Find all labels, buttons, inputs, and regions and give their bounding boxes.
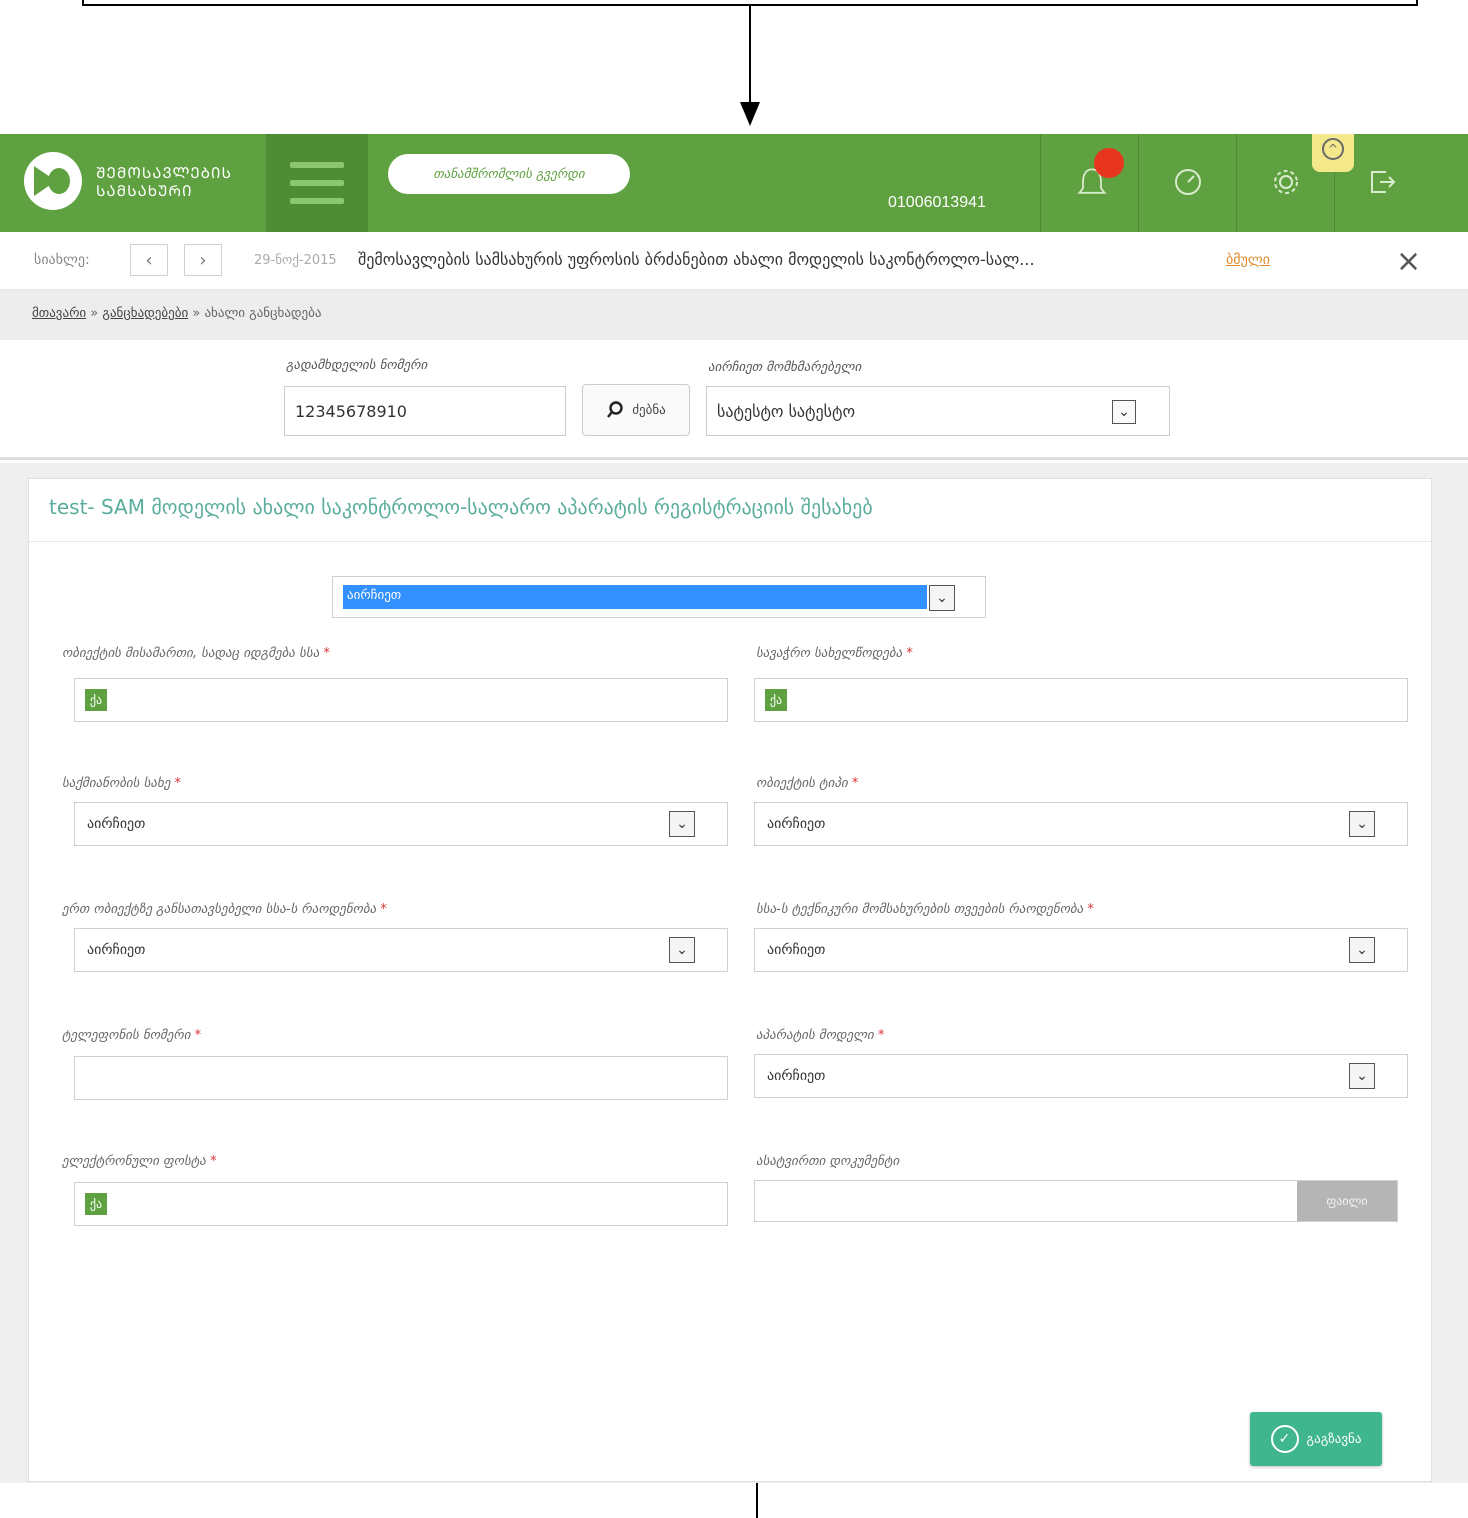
chevron-down-icon[interactable]: ⌄	[929, 585, 955, 611]
chevron-down-icon[interactable]: ⌄	[1349, 937, 1375, 963]
email-input[interactable]: ქა	[74, 1182, 728, 1226]
field-label-activity: საქმიანობის სახე *	[62, 776, 182, 791]
chevron-down-icon[interactable]: ⌄	[1349, 1063, 1375, 1089]
breadcrumb: მთავარი » განცხადებები » ახალი განცხადებ…	[0, 290, 1468, 340]
breadcrumb-home[interactable]: მთავარი	[32, 306, 86, 321]
news-more-link[interactable]: ბმული	[1226, 252, 1270, 268]
menu-button[interactable]	[266, 134, 368, 232]
device-model-select[interactable]: აირჩიეთ ⌄	[754, 1054, 1408, 1098]
chevron-down-icon[interactable]: ⌄	[669, 937, 695, 963]
address-input[interactable]: ქა	[74, 678, 728, 722]
user-select-label: აირჩიეთ მომხმარებელი	[708, 360, 862, 375]
field-label-document: ასატვირთი დოკუმენტი	[756, 1154, 900, 1169]
field-label-email: ელექტრონული ფოსტა *	[62, 1154, 217, 1169]
news-next-button[interactable]: ›	[184, 244, 222, 276]
keyboard-layout-icon[interactable]: ქა	[85, 1193, 107, 1215]
type-select-value: აირჩიეთ	[343, 585, 927, 609]
gear-icon[interactable]	[1268, 164, 1304, 200]
taxpayer-id-label: გადამხდელის ნომერი	[286, 358, 428, 373]
close-icon[interactable]: ×	[1396, 244, 1421, 279]
device-count-select[interactable]: აირჩიეთ ⌄	[74, 928, 728, 972]
dashboard-icon[interactable]	[1170, 164, 1206, 200]
keyboard-layout-icon[interactable]: ქა	[85, 689, 107, 711]
field-label-device-count: ერთ ობიექტზე განსათავსებელი სსა-ს რაოდენ…	[62, 902, 387, 917]
breadcrumb-applications[interactable]: განცხადებები	[102, 306, 188, 321]
phone-input[interactable]	[74, 1056, 728, 1100]
submit-button[interactable]: ✓ გაგზავნა	[1250, 1412, 1382, 1466]
service-months-select[interactable]: აირჩიეთ ⌄	[754, 928, 1408, 972]
menu-icon	[290, 162, 344, 168]
annotation-line	[749, 6, 751, 106]
trade-name-input[interactable]: ქა	[754, 678, 1408, 722]
field-label-device-model: აპარატის მოდელი *	[756, 1028, 885, 1043]
user-select[interactable]: სატესტო სატესტო	[706, 386, 1170, 436]
news-text: შემოსავლების სამსახურის უფროსის ბრძანები…	[358, 250, 1035, 269]
annotation-line-bottom	[756, 1482, 758, 1518]
search-icon	[607, 401, 623, 418]
keyboard-layout-icon[interactable]: ქა	[765, 689, 787, 711]
annotation-arrow-icon	[740, 102, 760, 126]
collapse-icon: ^	[1322, 138, 1344, 160]
employee-page-button[interactable]: თანამშრომლის გვერდი	[388, 154, 630, 194]
activity-select[interactable]: აირჩიეთ ⌄	[74, 802, 728, 846]
user-id: 01006013941	[888, 194, 986, 211]
object-type-select[interactable]: აირჩიეთ ⌄	[754, 802, 1408, 846]
form-title: test- SAM მოდელის ახალი საკონტროლო-სალარ…	[49, 495, 873, 519]
logo-icon[interactable]	[24, 152, 82, 210]
logo-title: ᲨᲔᲛᲝᲡᲐᲕᲚᲔᲑᲘᲡ ᲡᲐᲛᲡᲐᲮᲣᲠᲘ	[96, 164, 232, 200]
taxpayer-id-input[interactable]: 12345678910	[284, 386, 566, 436]
field-label-object-type: ობიექტის ტიპი *	[756, 776, 859, 791]
news-date: 29-ნოქ-2015	[254, 253, 337, 268]
field-label-address: ობიექტის მისამართი, სადაც იდგმება სსა *	[62, 646, 330, 661]
news-bar: სიახლე: ‹ › 29-ნოქ-2015 შემოსავლების სამ…	[0, 232, 1468, 290]
chevron-down-icon[interactable]: ⌄	[1112, 400, 1136, 424]
check-icon: ✓	[1270, 1425, 1299, 1453]
top-header: ᲨᲔᲛᲝᲡᲐᲕᲚᲔᲑᲘᲡ ᲡᲐᲛᲡᲐᲮᲣᲠᲘ თანამშრომლის გვერ…	[0, 134, 1468, 232]
field-label-phone: ტელეფონის ნომერი *	[62, 1028, 202, 1043]
breadcrumb-current: ახალი განცხადება	[204, 306, 322, 321]
collapse-button[interactable]: ^	[1312, 134, 1354, 172]
document-upload-input[interactable]: ფაილი	[754, 1180, 1398, 1222]
chevron-down-icon[interactable]: ⌄	[1349, 811, 1375, 837]
chevron-down-icon[interactable]: ⌄	[669, 811, 695, 837]
search-area: გადამხდელის ნომერი 12345678910 ძებნა აირ…	[0, 340, 1468, 460]
news-label: სიახლე:	[34, 252, 90, 268]
notification-badge	[1094, 148, 1124, 178]
field-label-trade-name: სავაჭრო სახელწოდება *	[756, 646, 913, 661]
browse-button[interactable]: ფაილი	[1297, 1181, 1397, 1221]
form-panel: test- SAM მოდელის ახალი საკონტროლო-სალარ…	[28, 478, 1433, 1482]
field-label-service-months: სსა-ს ტექნიკური მომსახურების თვეების რაო…	[756, 902, 1094, 917]
search-button[interactable]: ძებნა	[582, 384, 690, 436]
logout-icon[interactable]	[1364, 164, 1400, 200]
type-select[interactable]: აირჩიეთ ⌄	[332, 576, 986, 618]
news-prev-button[interactable]: ‹	[130, 244, 168, 276]
